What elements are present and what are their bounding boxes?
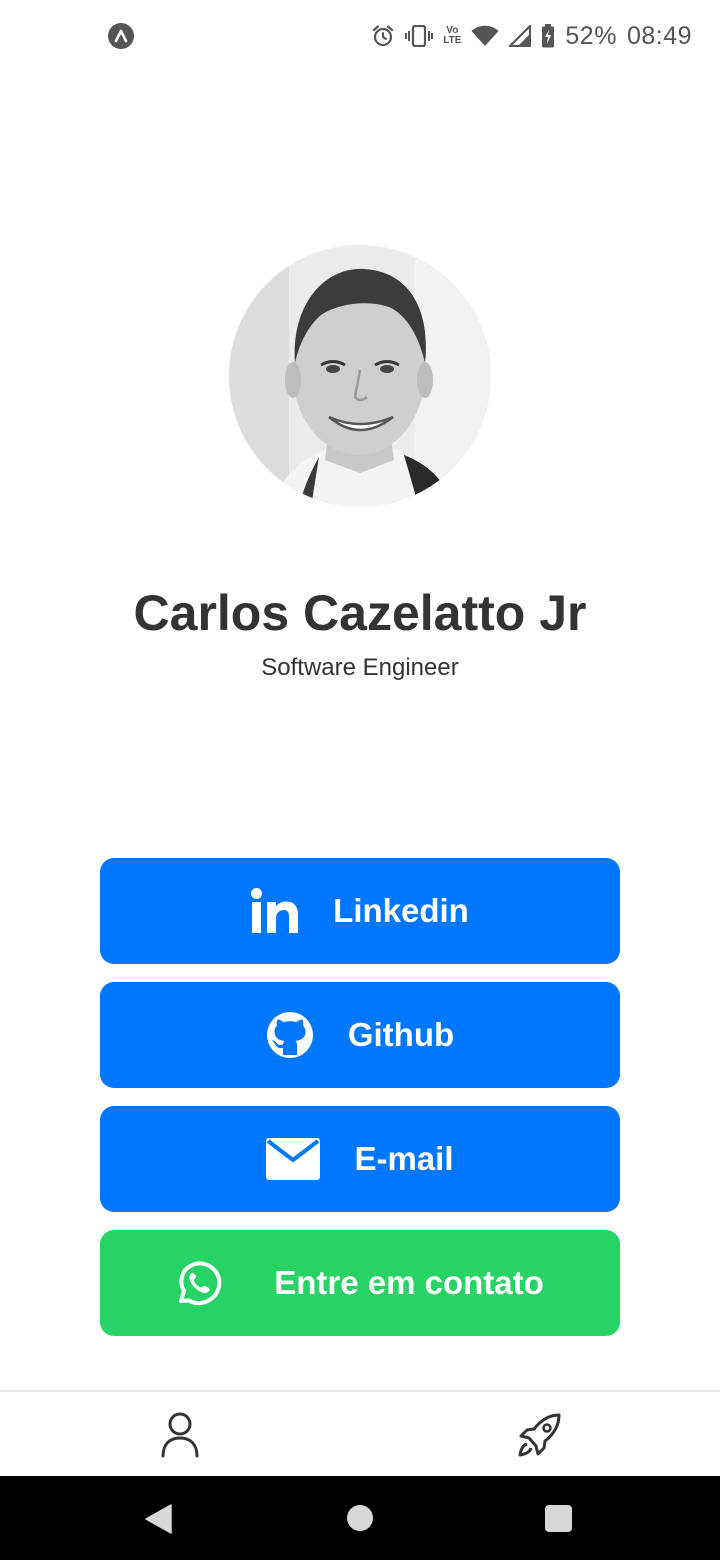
- status-clock: 08:49: [626, 21, 692, 50]
- user-icon: [160, 1412, 200, 1462]
- volte-label-bottom: LTE: [443, 35, 462, 46]
- rocket-icon: [517, 1413, 563, 1462]
- tab-profile[interactable]: [160, 1412, 200, 1458]
- system-nav-bar: [0, 1476, 720, 1560]
- profile-role: Software Engineer: [261, 654, 459, 681]
- bottom-tab-bar: [0, 1390, 720, 1476]
- signal-icon: [509, 25, 532, 47]
- whatsapp-icon: [176, 1260, 222, 1306]
- mail-icon: [266, 1138, 321, 1180]
- status-icons: Vo LTE 52% 08:49: [371, 18, 692, 54]
- github-icon: [266, 1011, 314, 1059]
- github-button[interactable]: Github: [100, 982, 620, 1088]
- vibrate-icon: [405, 25, 434, 47]
- battery-charging-icon: [541, 24, 555, 48]
- recents-icon[interactable]: [545, 1505, 572, 1532]
- github-label: Github: [347, 1016, 455, 1053]
- wifi-icon: [471, 25, 499, 47]
- home-icon[interactable]: [347, 1505, 373, 1531]
- whatsapp-label: Entre em contato: [274, 1264, 544, 1301]
- expo-icon: [108, 23, 134, 49]
- status-bar: Vo LTE 52% 08:49: [0, 0, 720, 72]
- linkedin-button[interactable]: Linkedin: [100, 858, 620, 964]
- battery-percent: 52%: [565, 21, 617, 50]
- email-button[interactable]: E-mail: [100, 1106, 620, 1212]
- linkedin-icon: [251, 888, 299, 934]
- tab-projects[interactable]: [517, 1412, 563, 1458]
- linkedin-label: Linkedin: [333, 892, 469, 929]
- whatsapp-button[interactable]: Entre em contato: [100, 1230, 620, 1336]
- alarm-icon: [371, 24, 395, 48]
- profile-name: Carlos Cazelatto Jr: [133, 585, 587, 641]
- volte-icon: Vo LTE: [443, 26, 461, 46]
- email-label: E-mail: [354, 1140, 454, 1177]
- profile-screen: Vo LTE 52% 08:49 Carlos Cazelatto Jr Sof…: [0, 0, 720, 1560]
- back-icon[interactable]: [145, 1504, 172, 1539]
- avatar: [229, 245, 491, 507]
